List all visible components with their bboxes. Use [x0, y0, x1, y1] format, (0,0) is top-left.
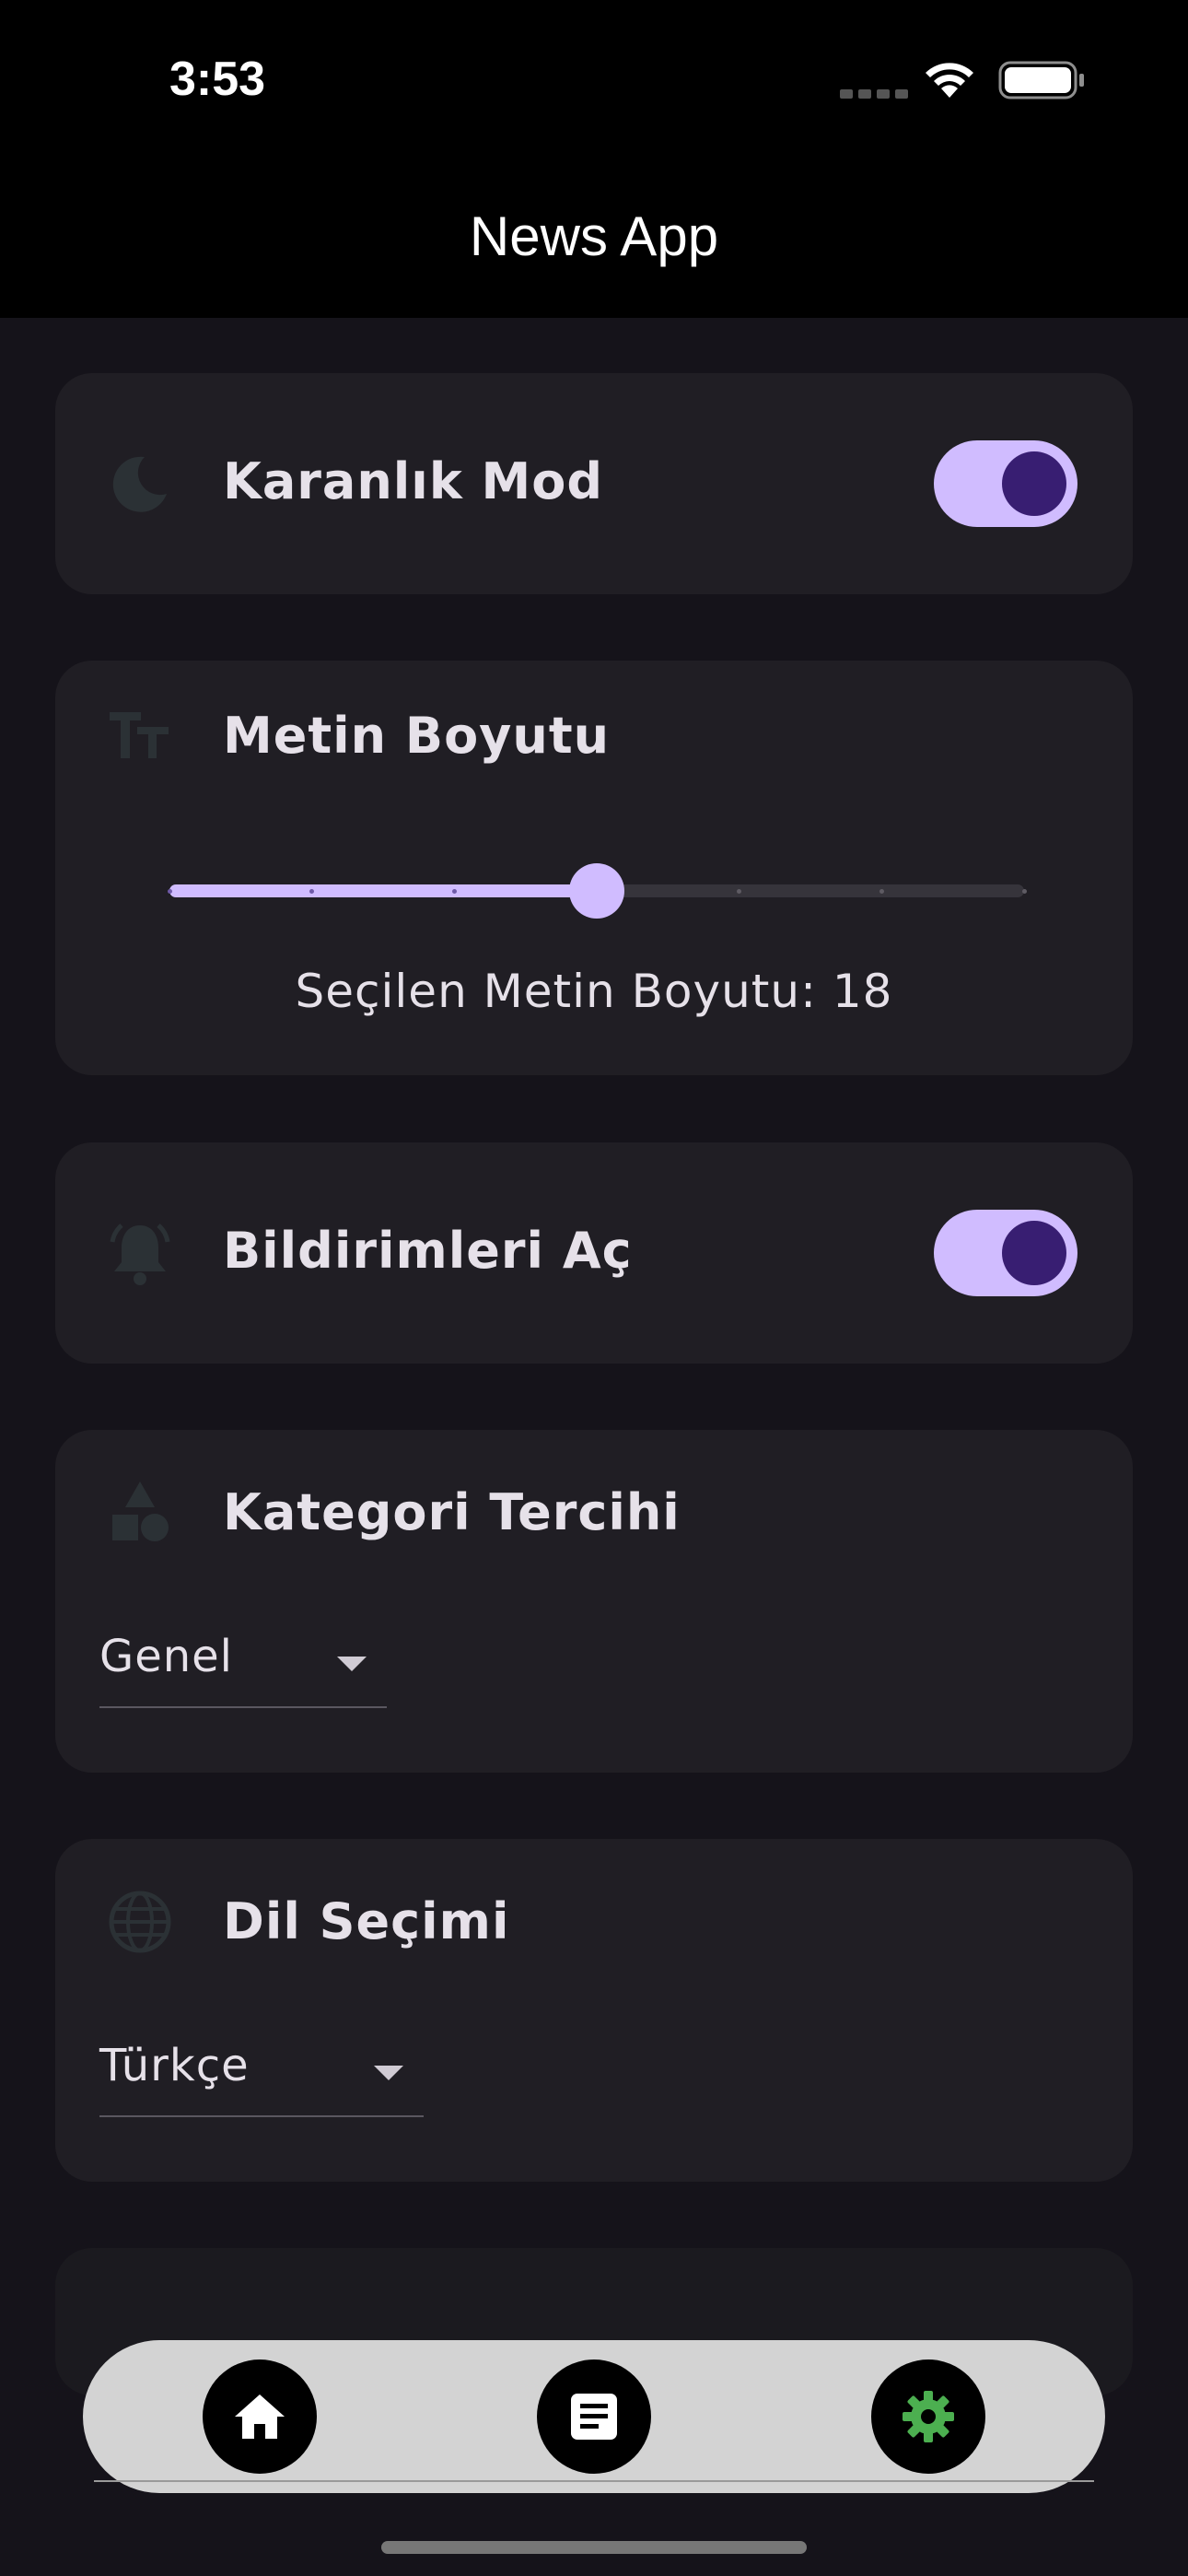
- slider-tick: [879, 889, 884, 894]
- gear-icon: [903, 2391, 954, 2442]
- category-dropdown[interactable]: Genel: [99, 1614, 387, 1708]
- slider-tick: [451, 889, 457, 894]
- status-bar: 3:53: [0, 0, 1188, 157]
- category-card: Kategori Tercihi Genel: [55, 1430, 1133, 1773]
- slider-thumb[interactable]: [569, 863, 624, 919]
- switch-knob: [1002, 451, 1066, 516]
- text-size-slider[interactable]: [167, 863, 1027, 919]
- app-title: News App: [469, 205, 719, 267]
- dropdown-arrow-icon: [374, 2066, 403, 2080]
- cellular-signal-icon: [840, 85, 914, 102]
- category-shapes-icon: [103, 1476, 177, 1550]
- nav-settings-button[interactable]: [871, 2359, 985, 2474]
- switch-knob: [1002, 1221, 1066, 1285]
- wifi-icon: [921, 57, 978, 103]
- dark-mode-label: Karanlık Mod: [223, 452, 604, 510]
- text-size-card: Metin Boyutu Seçilen Metin Boyutu: 18: [55, 661, 1133, 1075]
- article-icon: [571, 2394, 617, 2440]
- text-size-icon: [103, 697, 177, 771]
- bottom-navigation-bar: [83, 2340, 1105, 2493]
- category-label: Kategori Tercihi: [223, 1483, 681, 1541]
- bell-icon: [103, 1216, 177, 1290]
- language-card: Dil Seçimi Türkçe: [55, 1839, 1133, 2182]
- slider-tick: [1021, 889, 1027, 894]
- nav-articles-button[interactable]: [537, 2359, 651, 2474]
- home-icon: [235, 2395, 285, 2439]
- language-label: Dil Seçimi: [223, 1892, 510, 1950]
- category-selected-value: Genel: [99, 1631, 234, 1682]
- dark-mode-switch[interactable]: [934, 440, 1077, 527]
- battery-icon: [998, 61, 1087, 103]
- dark-mode-card: Karanlık Mod: [55, 373, 1133, 594]
- notifications-switch[interactable]: [934, 1210, 1077, 1296]
- language-dropdown[interactable]: Türkçe: [99, 2023, 424, 2117]
- slider-tick: [167, 889, 172, 894]
- nav-home-button[interactable]: [203, 2359, 317, 2474]
- text-size-label: Metin Boyutu: [223, 707, 611, 765]
- status-time: 3:53: [169, 53, 266, 106]
- notifications-label: Bildirimleri Aç: [223, 1222, 633, 1280]
- slider-tick: [737, 889, 742, 894]
- nav-divider: [94, 2480, 1094, 2482]
- text-size-value: Seçilen Metin Boyutu: 18: [295, 965, 893, 1018]
- notifications-card: Bildirimleri Aç: [55, 1142, 1133, 1364]
- dropdown-arrow-icon: [337, 1657, 367, 1671]
- language-selected-value: Türkçe: [99, 2040, 250, 2091]
- home-indicator: [381, 2541, 807, 2554]
- moon-icon: [103, 447, 177, 521]
- slider-active-track: [169, 884, 597, 897]
- globe-icon: [103, 1885, 177, 1959]
